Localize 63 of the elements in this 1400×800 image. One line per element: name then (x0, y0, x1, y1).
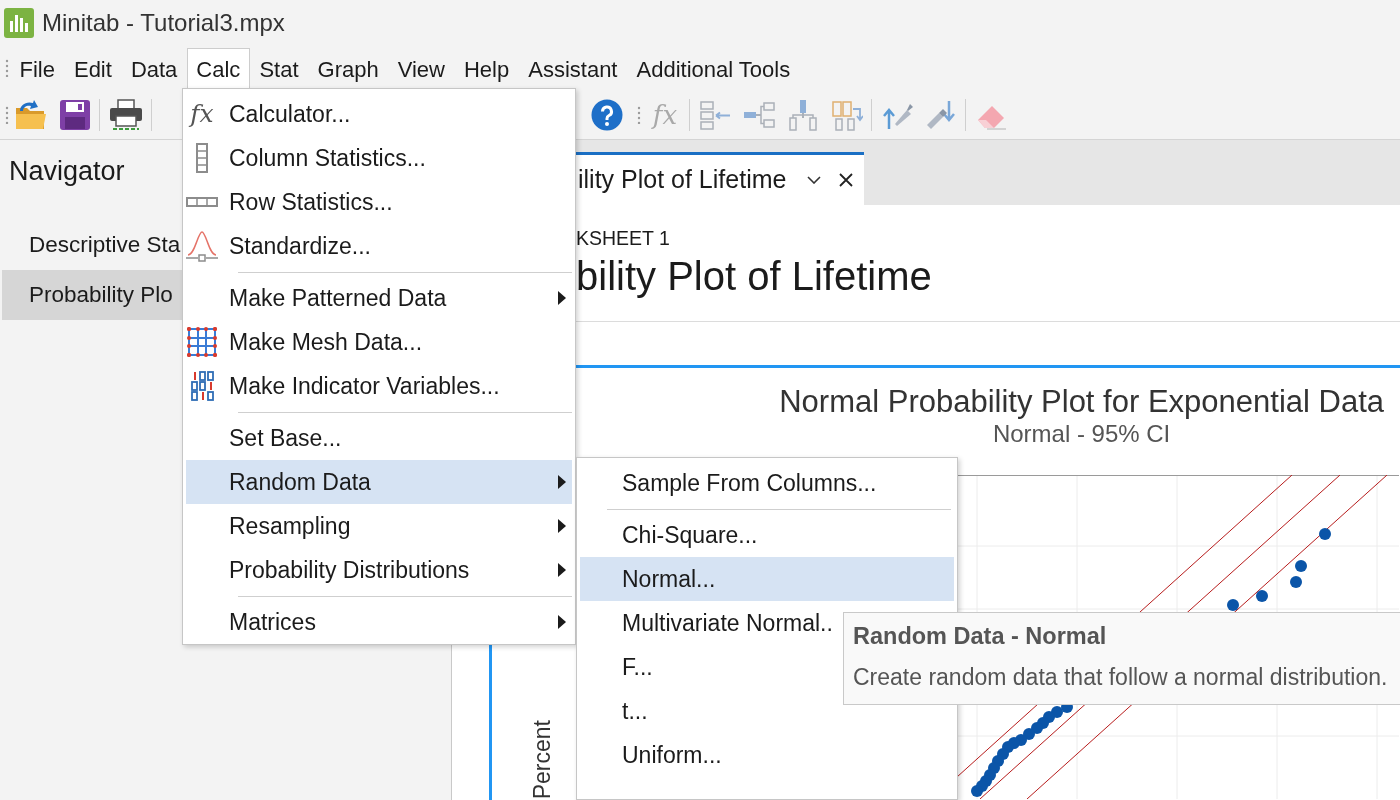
data-point (1319, 528, 1331, 540)
boxes-arrow-down-icon[interactable] (831, 98, 863, 131)
menu-item[interactable]: Make Mesh Data... (186, 320, 572, 364)
menu-item[interactable]: Assistant (518, 48, 627, 90)
data-point (1227, 599, 1239, 611)
panel-title: Navigator (9, 155, 125, 188)
bell-curve-icon (186, 230, 218, 262)
menu-item[interactable]: Resampling (186, 504, 572, 548)
menu-item[interactable]: Data (121, 48, 187, 90)
help-icon[interactable] (591, 98, 623, 131)
navigator-item[interactable]: Descriptive Sta (2, 220, 182, 270)
menu-item[interactable]: Calc (186, 48, 250, 90)
menu-item[interactable]: Stat (249, 48, 308, 90)
grip-icon (5, 105, 9, 124)
menu-item[interactable]: Random Data (186, 460, 572, 504)
navigator-item[interactable]: Probability Plo (2, 270, 182, 320)
menu-item[interactable]: Chi-Square... (580, 513, 954, 557)
menu-item[interactable]: Make Patterned Data (186, 276, 572, 320)
menu-item[interactable]: Normal... (580, 557, 954, 601)
window-title: Minitab - Tutorial3.mpx (42, 8, 285, 38)
stacked-boxes-arrow-icon[interactable] (699, 98, 731, 131)
menu-item[interactable]: Graph (308, 48, 389, 90)
data-point (1290, 576, 1302, 588)
menu-item[interactable]: Uniform... (580, 733, 954, 777)
brush-arrow-down-icon[interactable] (925, 98, 957, 131)
data-point (1031, 722, 1043, 734)
chart-subtitle: Normal - 95% CI (992, 420, 1171, 448)
printer-icon[interactable] (109, 98, 143, 131)
app-logo-icon (4, 8, 34, 38)
data-point (1256, 590, 1268, 602)
menu-item[interactable]: Set Base... (186, 416, 572, 460)
tooltip-title: Random Data - Normal (853, 622, 1107, 651)
menu-item[interactable]: Additional Tools (627, 48, 800, 90)
menu-item[interactable]: Sample From Columns... (580, 461, 954, 505)
fx-symbol: fx (190, 99, 214, 129)
chart-title: Normal Probability Plot for Exponential Data (779, 384, 1384, 420)
menu-item[interactable]: t... (580, 689, 954, 733)
data-point (971, 785, 983, 797)
menu-item[interactable]: Probability Distributions (186, 548, 572, 592)
menu-item[interactable]: Help (454, 48, 519, 90)
menu-item[interactable]: fx Calculator... (186, 92, 572, 136)
menu-item[interactable]: File (10, 48, 65, 90)
grid-icon (187, 327, 217, 357)
data-point (1295, 560, 1307, 572)
grip-icon (5, 59, 9, 77)
axis-label: Percent (529, 719, 555, 799)
menu-item[interactable]: Make Indicator Variables... (186, 364, 572, 408)
menu-item[interactable]: Matrices (186, 600, 572, 644)
cells-icon (190, 371, 214, 401)
menu-item[interactable]: Standardize... (186, 224, 572, 268)
folder-icon[interactable] (15, 98, 47, 131)
tooltip-text: Create random data that follow a normal distribution. (853, 663, 1388, 692)
data-point (1023, 728, 1035, 740)
column-icon (196, 143, 208, 173)
menu-item[interactable]: View (388, 48, 455, 90)
grip-icon (637, 105, 641, 124)
row-icon (186, 197, 218, 207)
output-heading: bility Plot of Lifetime (576, 253, 932, 300)
chevron-down-icon[interactable] (807, 176, 821, 184)
worksheet-label: KSHEET 1 (576, 226, 670, 251)
close-icon[interactable] (839, 173, 853, 187)
menu-item[interactable]: Edit (64, 48, 122, 90)
columns-tree-icon[interactable] (787, 98, 819, 131)
